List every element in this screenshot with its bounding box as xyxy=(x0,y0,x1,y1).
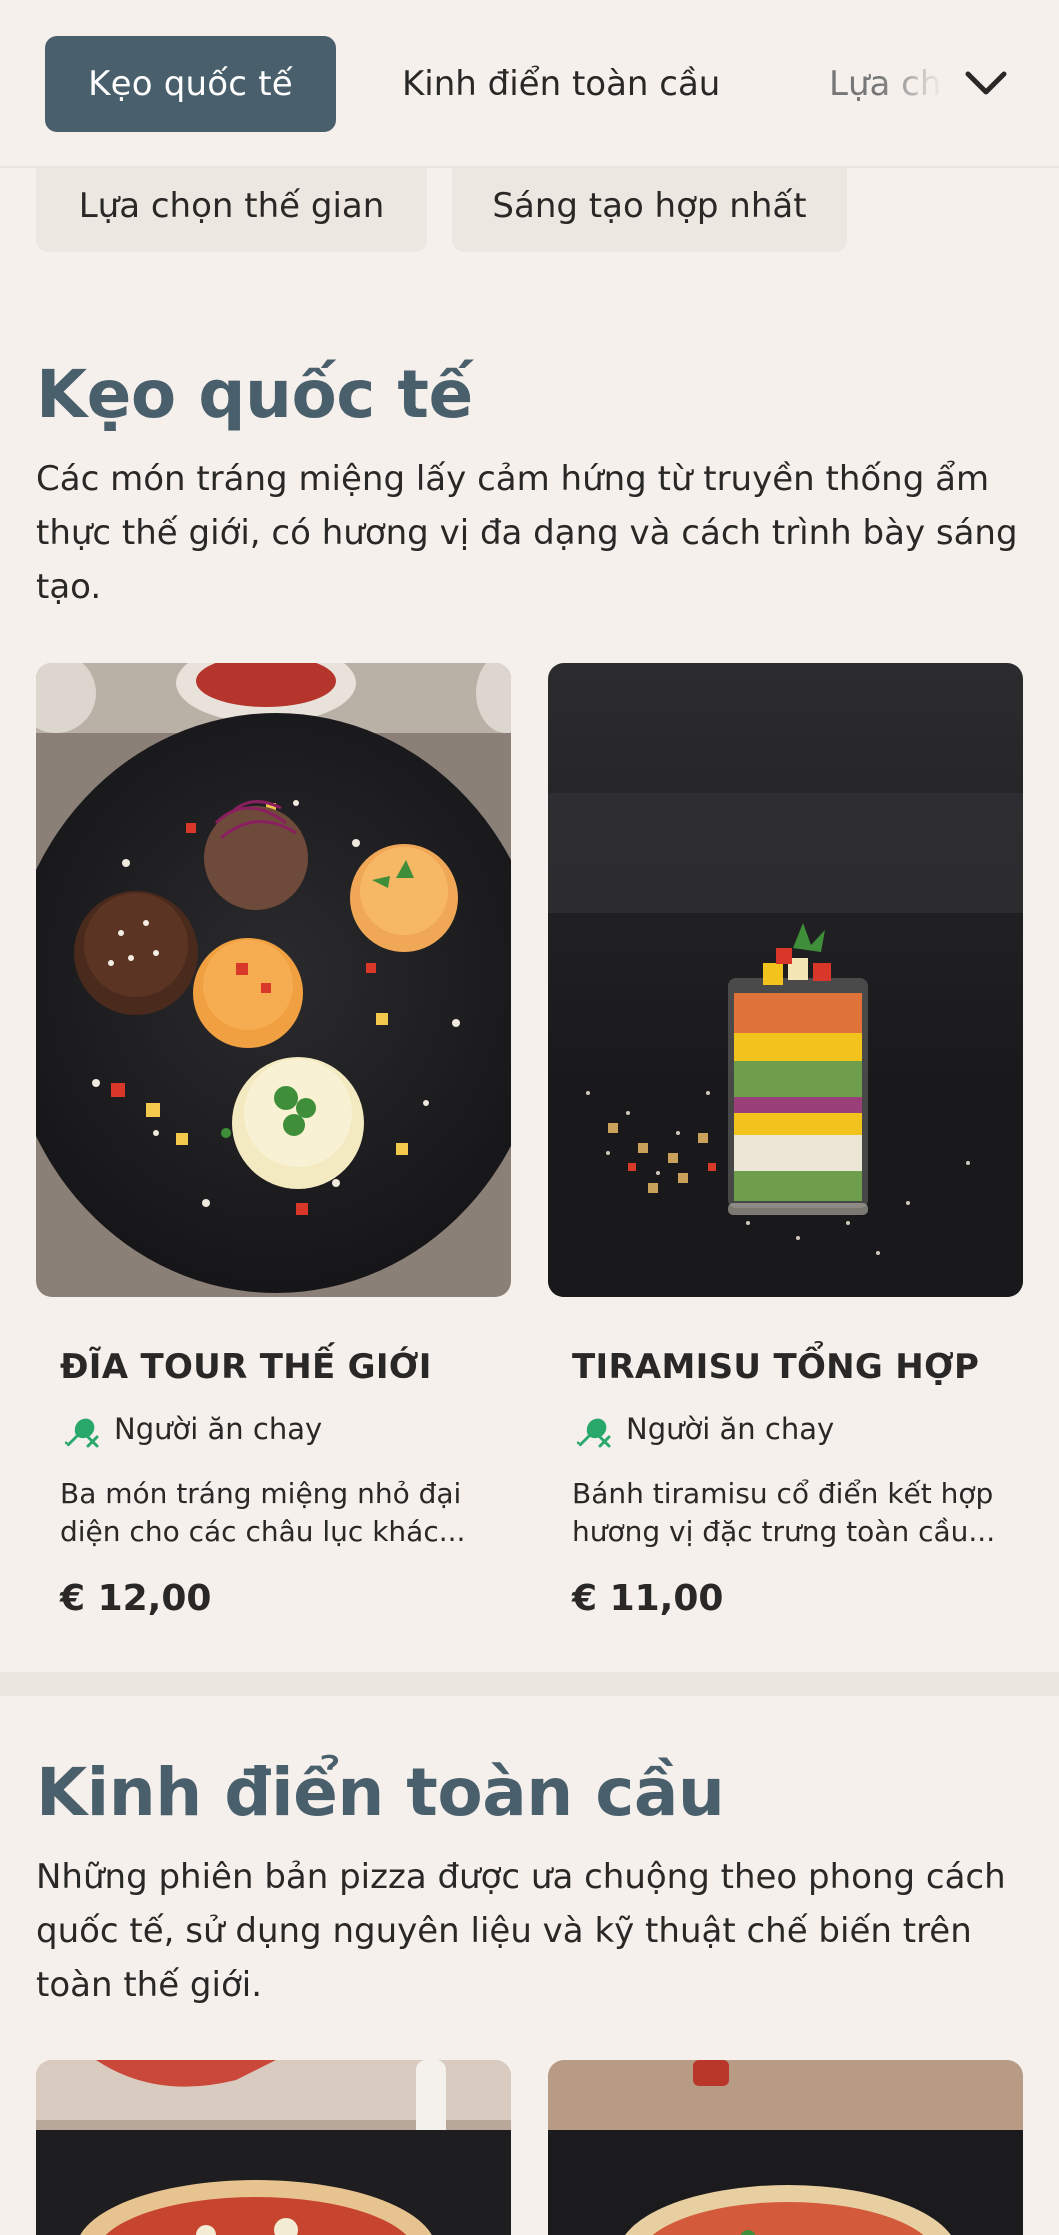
menu-item-card[interactable] xyxy=(36,2060,511,2235)
diet-text: Người ăn chay xyxy=(626,1412,835,1446)
tab-kinh-dien-toan-cau[interactable]: Kinh điển toàn cầu xyxy=(402,36,720,132)
item-name: TIRAMISU TỔNG HỢP xyxy=(572,1347,980,1387)
section-divider xyxy=(0,1672,1059,1696)
category-nav: Kẹo quốc tế Kinh điển toàn cầu Lựa chọn … xyxy=(0,0,1059,168)
menu-item-card[interactable] xyxy=(548,2060,1023,2235)
diet-label: Người ăn chay xyxy=(60,1409,322,1449)
diet-text: Người ăn chay xyxy=(114,1412,323,1446)
item-price: € 12,00 xyxy=(60,1578,212,1619)
vegetarian-drumstick-crossed-icon xyxy=(572,1409,612,1449)
section-title: Kinh điển toàn cầu xyxy=(36,1754,725,1831)
pizza-image xyxy=(548,2060,1023,2235)
section-description: Các món tráng miệng lấy cảm hứng từ truy… xyxy=(36,459,1018,607)
item-description: Ba món tráng miệng nhỏ đại diện cho các … xyxy=(60,1477,466,1548)
section-title: Kẹo quốc tế xyxy=(36,356,473,433)
item-description: Bánh tiramisu cổ điển kết hợp hương vị đ… xyxy=(572,1477,996,1548)
diet-label: Người ăn chay xyxy=(572,1409,834,1449)
tab-keo-quoc-te[interactable]: Kẹo quốc tế xyxy=(45,36,336,132)
dessert-plate-image xyxy=(36,663,511,1297)
tab-fade-overlay xyxy=(880,30,960,138)
tiramisu-glass-image xyxy=(548,663,1023,1297)
item-price: € 11,00 xyxy=(572,1578,724,1619)
item-name: ĐĨA TOUR THẾ GIỚI xyxy=(60,1347,432,1387)
pizza-image xyxy=(36,2060,511,2235)
chevron-down-icon[interactable] xyxy=(960,58,1012,110)
section-description: Những phiên bản pizza được ưa chuộng the… xyxy=(36,1857,1006,2005)
menu-page: Lựa chọn thế gian Sáng tạo hợp nhất Kẹo … xyxy=(0,0,1059,2235)
vegetarian-drumstick-crossed-icon xyxy=(60,1409,100,1449)
